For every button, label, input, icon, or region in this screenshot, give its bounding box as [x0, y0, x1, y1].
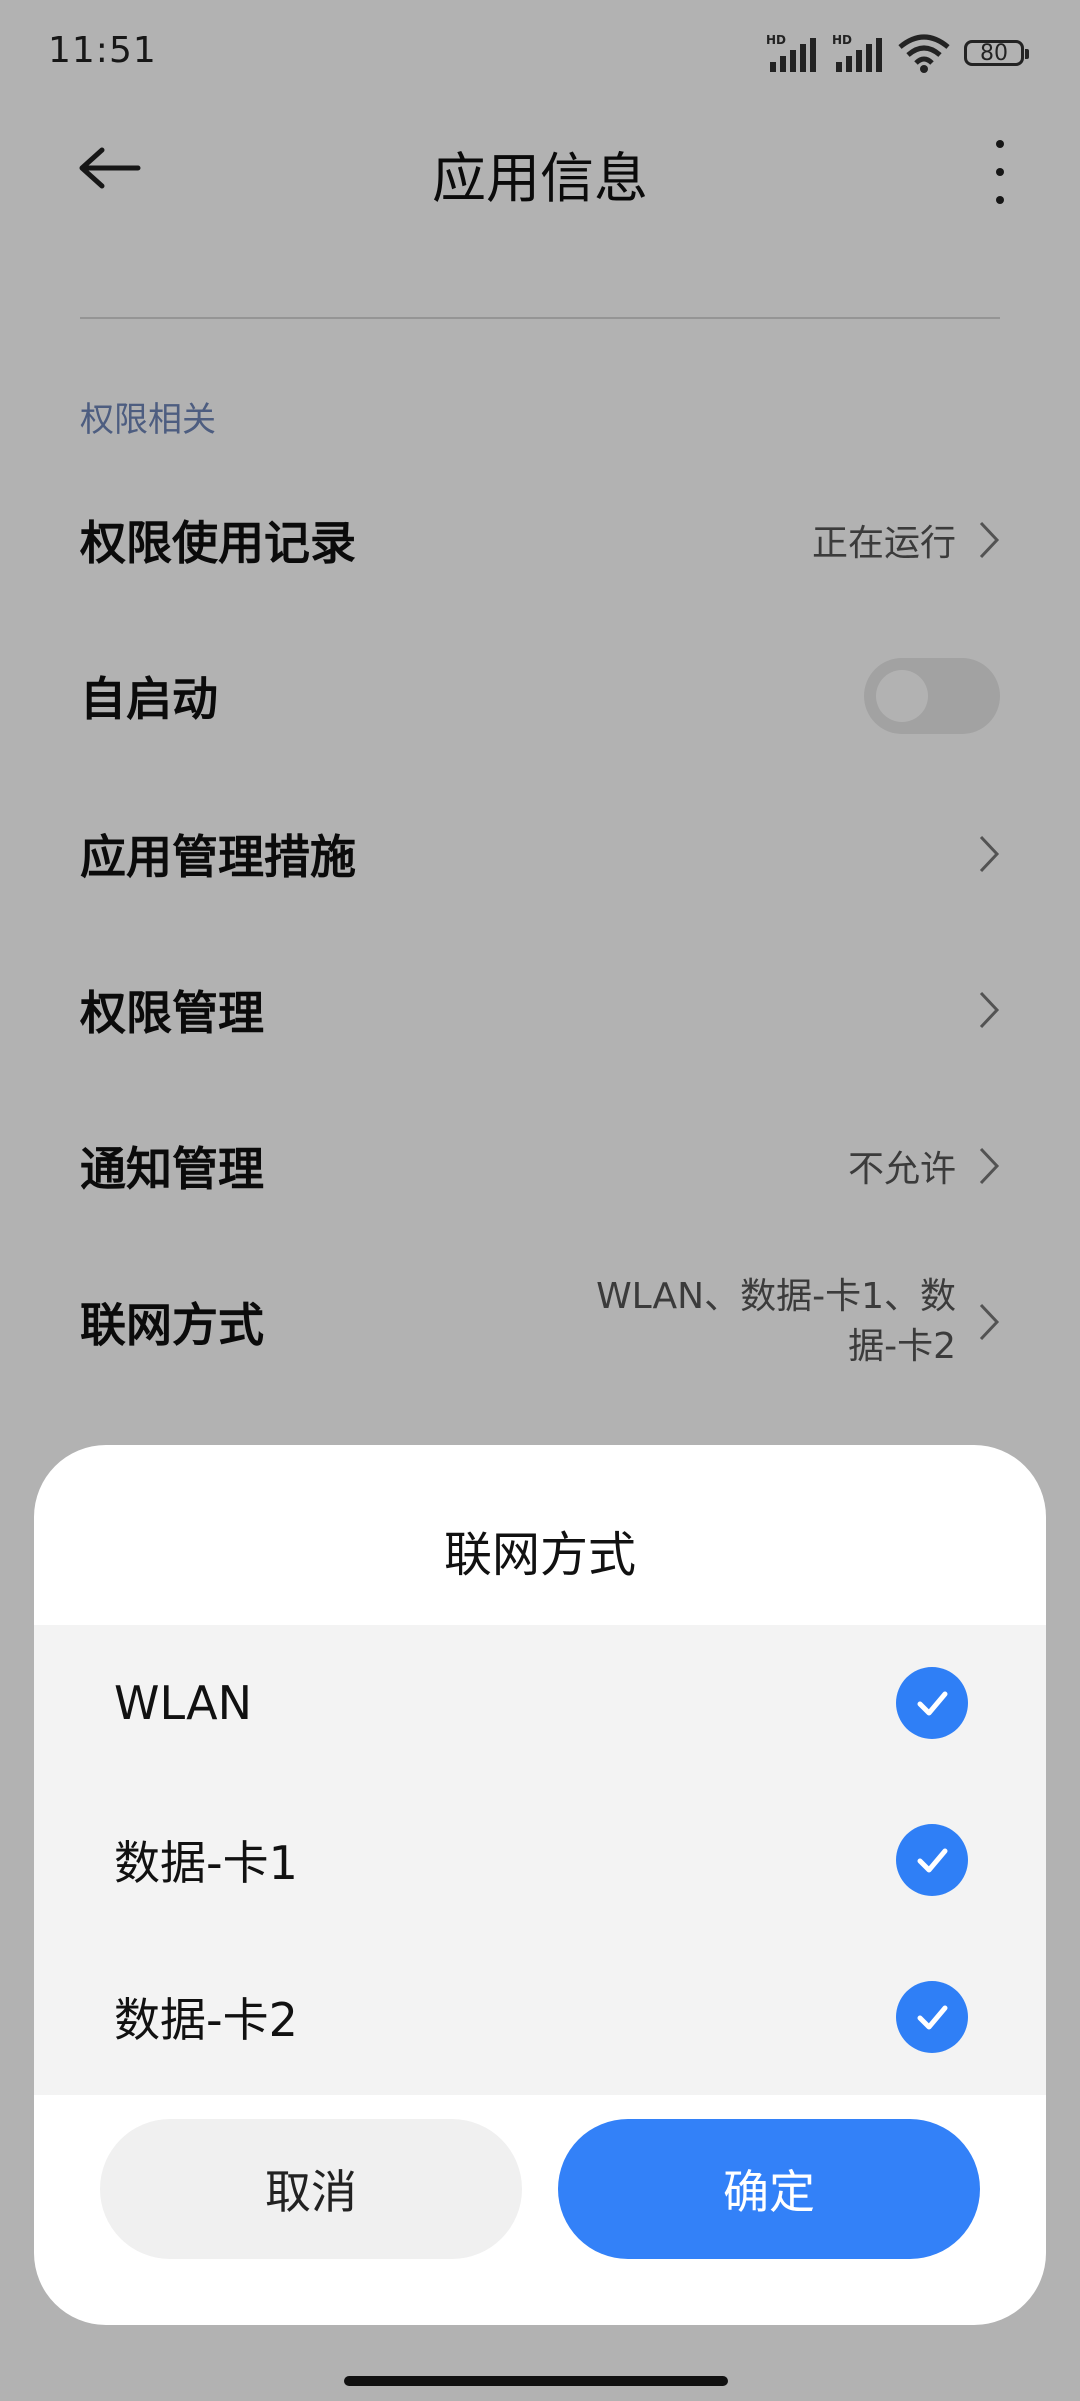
- checkbox-checked-icon[interactable]: [896, 1667, 968, 1739]
- checkmark-icon: [917, 1691, 948, 1716]
- option-label: 数据-卡1: [114, 1836, 298, 1890]
- dialog-options: WLAN 数据-卡1 数据-卡2: [34, 1625, 1046, 2095]
- checkmark-icon: [917, 1848, 948, 1873]
- network-dialog: 联网方式 WLAN 数据-卡1 数据-卡2 取消 确定: [34, 1445, 1046, 2325]
- cancel-button[interactable]: 取消: [100, 2119, 522, 2259]
- option-wlan[interactable]: WLAN: [34, 1625, 1046, 1781]
- dialog-title: 联网方式: [443, 1527, 636, 1583]
- checkbox-checked-icon[interactable]: [896, 1981, 968, 2053]
- screen: 11:51 HD HD 80 应用信息 权限相关 权限使用记录 正在运行 自启动…: [0, 0, 1080, 2401]
- option-data-sim1[interactable]: 数据-卡1: [34, 1782, 1046, 1938]
- option-data-sim2[interactable]: 数据-卡2: [34, 1939, 1046, 2095]
- option-label: WLAN: [114, 1676, 253, 1730]
- checkmark-icon: [917, 2005, 948, 2030]
- confirm-button[interactable]: 确定: [558, 2119, 980, 2259]
- home-indicator[interactable]: [344, 2376, 728, 2386]
- checkbox-checked-icon[interactable]: [896, 1824, 968, 1896]
- option-label: 数据-卡2: [114, 1993, 298, 2047]
